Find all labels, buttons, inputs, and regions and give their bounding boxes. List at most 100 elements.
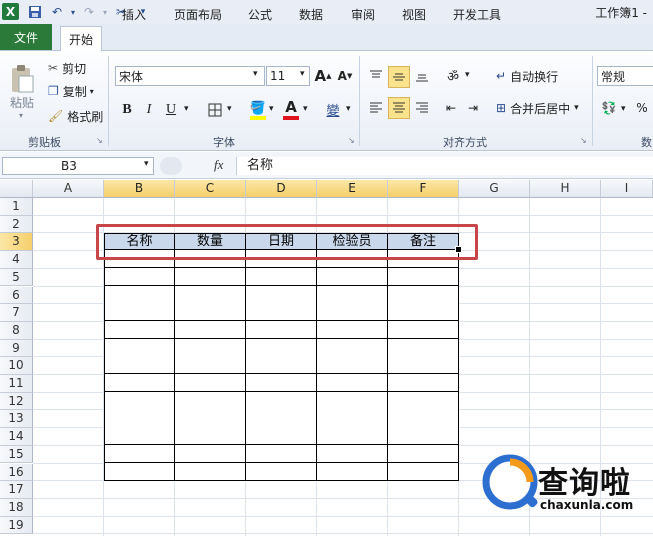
table-cell[interactable] [175,427,246,446]
row-header-15[interactable]: 15 [0,445,33,464]
table-cell[interactable] [175,320,246,340]
increase-indent-button[interactable]: ⇥ [464,98,482,118]
wrap-text-button[interactable]: ↵ 自动换行 [496,66,558,86]
format-painter-button[interactable]: 🖌 格式刷 [48,108,103,124]
table-cell[interactable] [175,338,246,357]
table-cell[interactable] [388,391,459,410]
table-cell[interactable] [246,374,317,393]
row-header-14[interactable]: 14 [0,428,33,446]
table-cell[interactable] [246,444,317,463]
table-cell[interactable] [246,320,317,340]
row-header-11[interactable]: 11 [0,375,33,393]
table-cell[interactable] [388,338,459,357]
table-cell[interactable] [246,427,317,446]
underline-dropdown-icon[interactable]: ▾ [184,104,189,114]
font-name-dropdown-icon[interactable]: ▾ [253,69,258,79]
row-header-4[interactable]: 4 [0,251,33,269]
column-header-b[interactable]: B [104,180,175,198]
table-cell[interactable] [246,462,317,481]
table-cell[interactable] [246,391,317,410]
row-header-7[interactable]: 7 [0,304,33,322]
table-cell[interactable] [246,285,317,304]
table-cell[interactable] [104,444,175,463]
table-cell[interactable] [388,409,459,428]
table-cell[interactable] [246,409,317,428]
table-cell[interactable] [388,444,459,463]
table-cell[interactable] [317,409,388,428]
table-cell[interactable] [175,391,246,410]
tab-home[interactable]: 开始 [60,26,103,52]
tab-formulas[interactable]: 公式 [240,3,280,25]
font-name-combo[interactable]: 宋体 [115,66,265,86]
table-cell[interactable] [388,374,459,393]
row-header-10[interactable]: 10 [0,357,33,375]
table-cell[interactable] [317,267,388,286]
table-cell[interactable] [175,267,246,286]
table-cell[interactable] [104,391,175,410]
column-header-f[interactable]: F [388,180,459,198]
column-header-g[interactable]: G [459,180,530,198]
row-header-1[interactable]: 1 [0,198,33,216]
copy-dropdown-icon[interactable]: ▾ [90,87,94,96]
insert-function-button[interactable]: fx [214,157,223,173]
table-cell[interactable] [317,391,388,410]
table-cell[interactable] [104,462,175,481]
table-cell[interactable] [175,409,246,428]
table-cell[interactable] [175,356,246,375]
table-cell[interactable] [104,427,175,446]
phonetic-button[interactable]: 變 [322,98,344,120]
column-header-e[interactable]: E [317,180,388,198]
copy-button[interactable]: ❐ 复制 ▾ [48,83,94,99]
tab-developer[interactable]: 开发工具 [445,3,509,25]
tab-insert[interactable]: 插入 [114,3,154,25]
table-cell[interactable] [388,427,459,446]
grow-font-button[interactable]: A ▲ [314,66,332,86]
orientation-button[interactable]: ॐ [442,66,464,86]
tab-view[interactable]: 视图 [394,3,434,25]
table-cell[interactable] [317,462,388,481]
table-cell[interactable] [388,267,459,286]
align-middle-button[interactable] [388,66,410,88]
phonetic-dropdown-icon[interactable]: ▾ [346,104,351,114]
align-bottom-button[interactable] [412,66,432,86]
table-cell[interactable] [104,356,175,375]
table-cell[interactable] [104,285,175,304]
paste-dropdown-icon[interactable]: ▾ [19,111,23,120]
table-cell[interactable] [388,356,459,375]
align-left-button[interactable] [366,98,386,118]
column-header-i[interactable]: I [601,180,653,198]
table-cell[interactable] [246,338,317,357]
decrease-indent-button[interactable]: ⇤ [442,98,460,118]
column-header-h[interactable]: H [530,180,601,198]
tab-page-layout[interactable]: 页面布局 [166,3,230,25]
table-cell[interactable] [317,303,388,322]
name-box[interactable]: B3 [2,157,154,175]
row-header-12[interactable]: 12 [0,392,33,411]
save-icon[interactable] [26,3,44,21]
table-cell[interactable] [246,303,317,322]
merge-dropdown-icon[interactable]: ▾ [574,103,579,113]
formula-input[interactable]: 名称 [236,157,653,175]
table-cell[interactable] [104,267,175,286]
align-top-button[interactable] [366,66,386,86]
table-cell[interactable] [317,444,388,463]
italic-button[interactable]: I [140,100,158,120]
merge-center-button[interactable]: ⊞ 合并后居中 ▾ [496,98,579,118]
font-size-dropdown-icon[interactable]: ▾ [300,69,305,79]
table-cell[interactable] [388,303,459,322]
row-header-18[interactable]: 18 [0,498,33,517]
align-center-button[interactable] [388,97,410,119]
table-cell[interactable] [317,320,388,340]
font-launcher-icon[interactable]: ↘ [348,136,355,145]
underline-button[interactable]: U [162,100,180,120]
table-cell[interactable] [175,462,246,481]
table-cell[interactable] [317,427,388,446]
column-header-c[interactable]: C [175,180,246,198]
table-cell[interactable] [104,409,175,428]
percent-button[interactable]: % [634,98,650,118]
orientation-dropdown-icon[interactable]: ▾ [465,70,470,80]
table-cell[interactable] [246,356,317,375]
table-cell[interactable] [175,374,246,393]
row-header-17[interactable]: 17 [0,481,33,499]
row-header-8[interactable]: 8 [0,321,33,340]
